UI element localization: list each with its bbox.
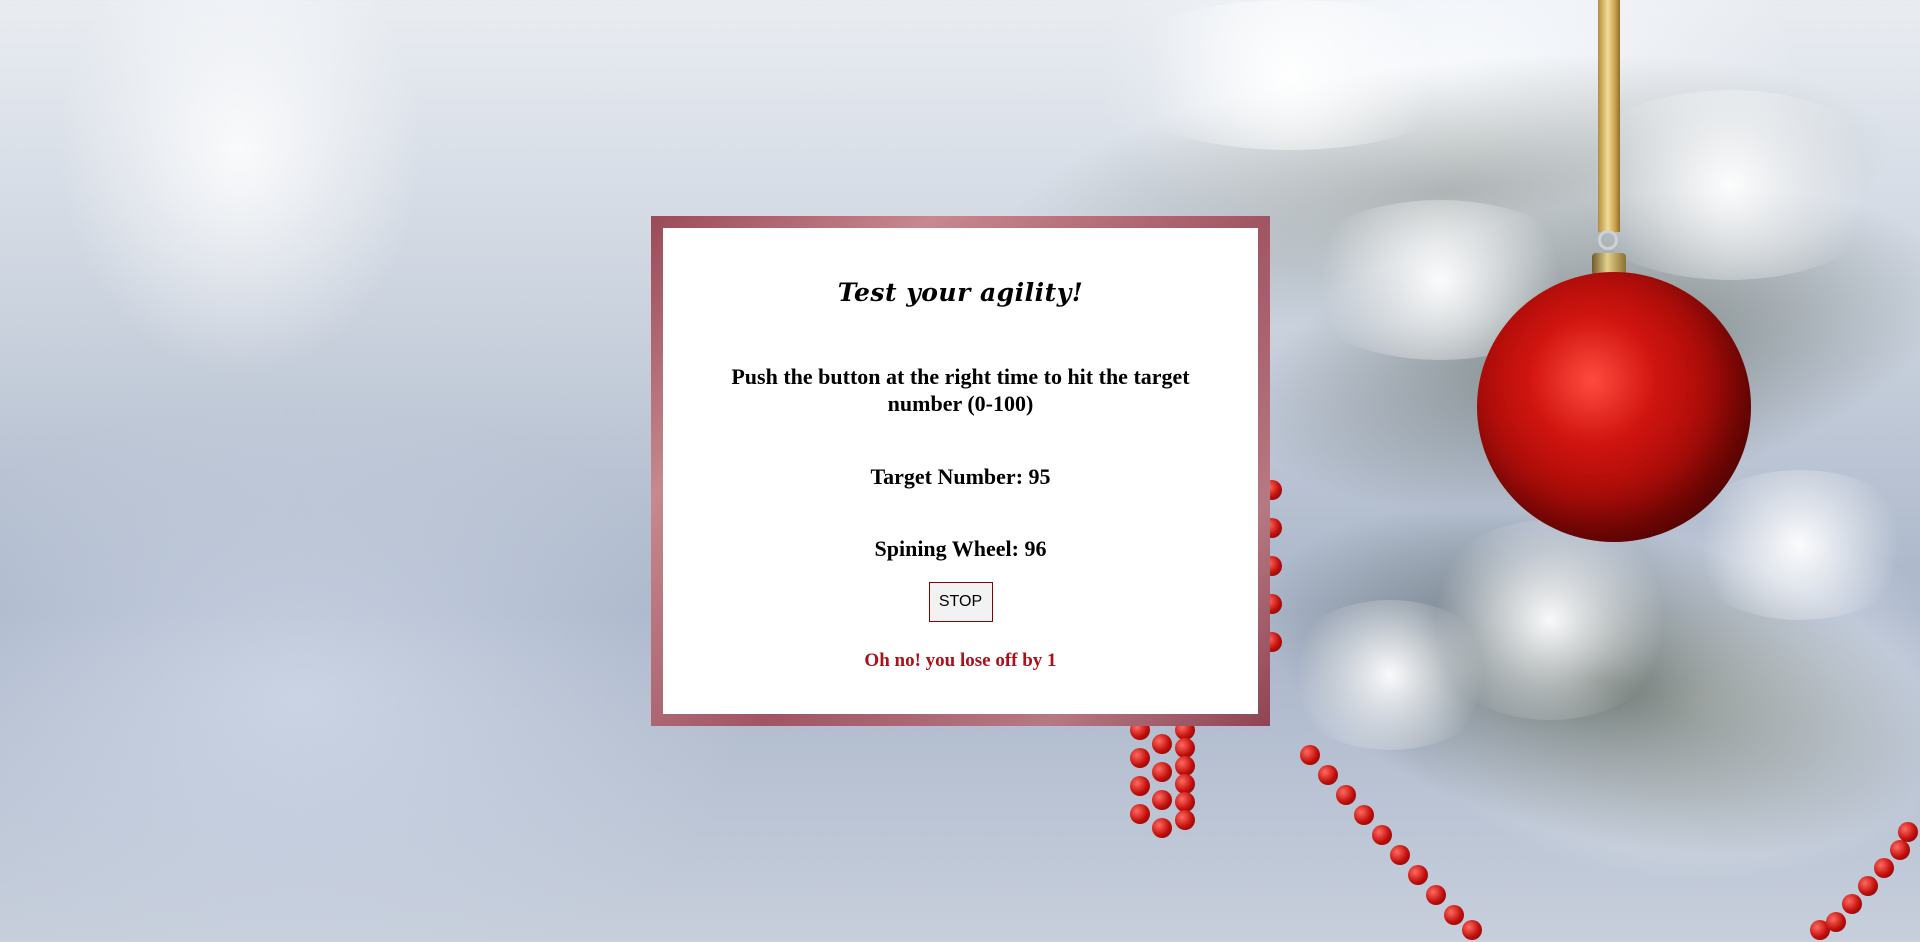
garland-bead [1300,745,1320,765]
snow-patch [1100,0,1480,150]
result-message: Oh no! you lose off by 1 [864,650,1057,671]
game-instructions: Push the button at the right time to hit… [731,364,1190,416]
garland-bead [1390,845,1410,865]
snow-patch [1280,600,1500,750]
garland-bead [1130,748,1150,768]
garland-bead [1175,738,1195,758]
garland-bead [1152,790,1172,810]
garland-bead [1444,905,1464,925]
garland-bead [1130,776,1150,796]
garland-bead [1130,804,1150,824]
garland-bead [1152,734,1172,754]
christmas-ornament [1477,272,1751,542]
garland-bead [1175,810,1195,830]
garland-bead [1826,912,1846,932]
garland-bead [1426,885,1446,905]
garland-bead [1336,785,1356,805]
garland-bead [1408,865,1428,885]
garland-bead [1890,840,1910,860]
garland-bead [1152,762,1172,782]
garland-bead [1858,876,1878,896]
garland-bead [1318,765,1338,785]
snow-patch [1420,520,1680,720]
garland-bead [1152,818,1172,838]
garland-bead [1175,792,1195,812]
ornament-ribbon [1598,0,1620,232]
stop-button[interactable]: STOP [928,582,993,622]
spinning-wheel-value: Spining Wheel: 96 [874,536,1047,561]
garland-bead [1874,858,1894,878]
target-number: Target Number: 95 [870,464,1051,489]
game-card-frame: Test your agility! Push the button at th… [651,216,1270,726]
ornament-hook [1598,230,1618,250]
game-card: Test your agility! Push the button at th… [663,228,1258,714]
garland-bead [1898,822,1918,842]
garland-bead [1842,894,1862,914]
garland-bead [1175,756,1195,776]
garland-bead [1462,920,1482,940]
garland-bead [1372,825,1392,845]
garland-bead [1175,774,1195,794]
game-title: Test your agility! [837,278,1084,307]
garland-bead [1354,805,1374,825]
